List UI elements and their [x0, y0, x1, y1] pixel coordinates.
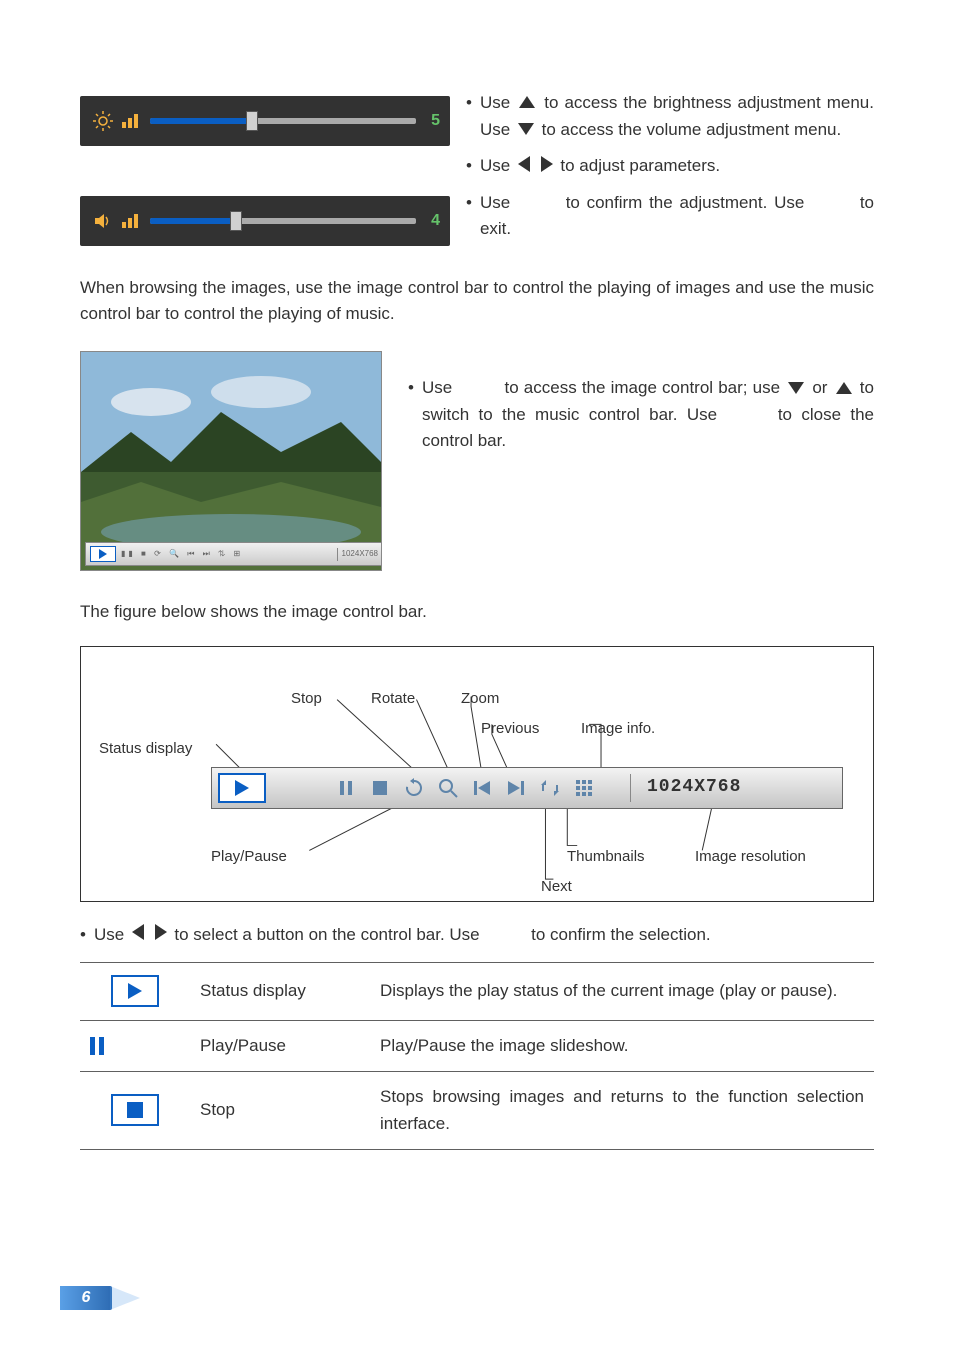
bullet-select-button: • Use to select a button on the control …: [80, 922, 874, 949]
resolution-display: 1024X768: [630, 774, 741, 802]
status-display-icon: [218, 773, 266, 803]
table-name: Status display: [190, 963, 370, 1020]
mini-resolution: 1024X768: [337, 548, 382, 560]
play-icon: [111, 975, 159, 1007]
mini-icons: ▮▮ ■ ⟳ 🔍 ⏮ ⏭ ⇅ ⊞: [121, 548, 243, 560]
image-control-bar-figure: Status display Play/Pause Stop Rotate Zo…: [80, 646, 874, 902]
up-arrow-icon: [836, 376, 852, 402]
stop-icon: [370, 778, 390, 798]
table-row: Stop Stops browsing images and returns t…: [80, 1072, 874, 1150]
page-number: 6: [60, 1286, 112, 1310]
level-bars-icon: [122, 114, 138, 128]
volume-slider: 4: [80, 196, 450, 246]
text: Use: [480, 156, 510, 175]
stop-icon: [111, 1094, 159, 1126]
level-bars-icon: [122, 214, 138, 228]
pause-icon: [336, 778, 356, 798]
text: to select a button on the control bar. U…: [174, 925, 479, 944]
mini-control-bar: ▮▮ ■ ⟳ 🔍 ⏮ ⏭ ⇅ ⊞ 1024X768: [85, 542, 382, 566]
slider-illustrations: 5 4: [80, 90, 440, 253]
control-function-table: Status display Displays the play status …: [80, 962, 874, 1149]
viewer-row: ▮▮ ■ ⟳ 🔍 ⏮ ⏭ ⇅ ⊞ 1024X768 • Use to acces…: [80, 351, 874, 571]
table-desc: Stops browsing images and returns to the…: [370, 1072, 874, 1150]
table-desc: Displays the play status of the current …: [370, 963, 874, 1020]
control-icons: [336, 778, 594, 798]
label-rotate: Rotate: [371, 687, 415, 710]
text: or: [812, 378, 827, 397]
label-next: Next: [541, 875, 572, 898]
brightness-volume-section: 5 4 • Use: [80, 90, 874, 253]
volume-track: [150, 218, 416, 224]
text: Use: [480, 193, 510, 212]
down-arrow-icon: [518, 117, 534, 143]
bullet-adjust: • Use to adjust parameters.: [466, 153, 874, 180]
table-name: Stop: [190, 1072, 370, 1150]
brightness-slider: 5: [80, 96, 450, 146]
label-stop: Stop: [291, 687, 322, 710]
image-info-icon: [574, 778, 594, 798]
speaker-icon: [90, 211, 116, 231]
control-bars-paragraph: When browsing the images, use the image …: [80, 275, 874, 328]
text: to confirm the selection.: [531, 925, 711, 944]
brightness-icon: [90, 111, 116, 131]
thumbnails-icon: [540, 778, 560, 798]
volume-value: 4: [422, 209, 440, 234]
down-arrow-icon: [788, 376, 804, 402]
left-arrow-icon: [518, 154, 530, 180]
page: 5 4 • Use: [0, 0, 954, 1350]
text: Use: [94, 925, 124, 944]
label-play-pause: Play/Pause: [211, 845, 287, 868]
bullet-control-bar: • Use to access the image control bar; u…: [408, 375, 874, 454]
status-badge-icon: [90, 546, 116, 562]
rotate-icon: [404, 778, 424, 798]
label-image-info: Image info.: [581, 717, 655, 740]
bullet-group-1: • Use to access the brightness adjustmen…: [466, 90, 874, 253]
table-row: Status display Displays the play status …: [80, 963, 874, 1020]
next-icon: [506, 778, 526, 798]
big-control-bar: 1024X768: [211, 767, 843, 809]
label-thumbnails: Thumbnails: [567, 845, 645, 868]
figure-caption: The figure below shows the image control…: [80, 599, 874, 625]
image-viewer-illustration: ▮▮ ■ ⟳ 🔍 ⏮ ⏭ ⇅ ⊞ 1024X768: [80, 351, 382, 571]
table-name: Play/Pause: [190, 1020, 370, 1071]
zoom-icon: [438, 778, 458, 798]
label-image-resolution: Image resolution: [695, 845, 806, 868]
text: to access the volume adjustment menu.: [542, 120, 842, 139]
brightness-value: 5: [422, 109, 440, 134]
brightness-track: [150, 118, 416, 124]
text: to confirm the adjustment. Use: [566, 193, 805, 212]
previous-icon: [472, 778, 492, 798]
pause-icon: [90, 1037, 180, 1055]
text: to adjust parameters.: [560, 156, 720, 175]
ribbon-tail-icon: [110, 1286, 140, 1310]
up-arrow-icon: [519, 90, 535, 116]
bullet-confirm: • Use to confirm the adjustment. Use to …: [466, 190, 874, 243]
table-desc: Play/Pause the image slideshow.: [370, 1020, 874, 1071]
label-status-display: Status display: [99, 737, 192, 760]
text: Use: [422, 378, 452, 397]
text: to access the image control bar; use: [504, 378, 780, 397]
page-footer: 6: [60, 1286, 140, 1310]
bullet-group-2: • Use to access the image control bar; u…: [408, 351, 874, 571]
label-previous: Previous: [481, 717, 539, 740]
right-arrow-icon: [155, 922, 167, 948]
right-arrow-icon: [541, 154, 553, 180]
table-row: Play/Pause Play/Pause the image slidesho…: [80, 1020, 874, 1071]
bullet-brightness: • Use to access the brightness adjustmen…: [466, 90, 874, 143]
text: Use: [480, 93, 510, 112]
left-arrow-icon: [132, 922, 144, 948]
label-zoom: Zoom: [461, 687, 499, 710]
